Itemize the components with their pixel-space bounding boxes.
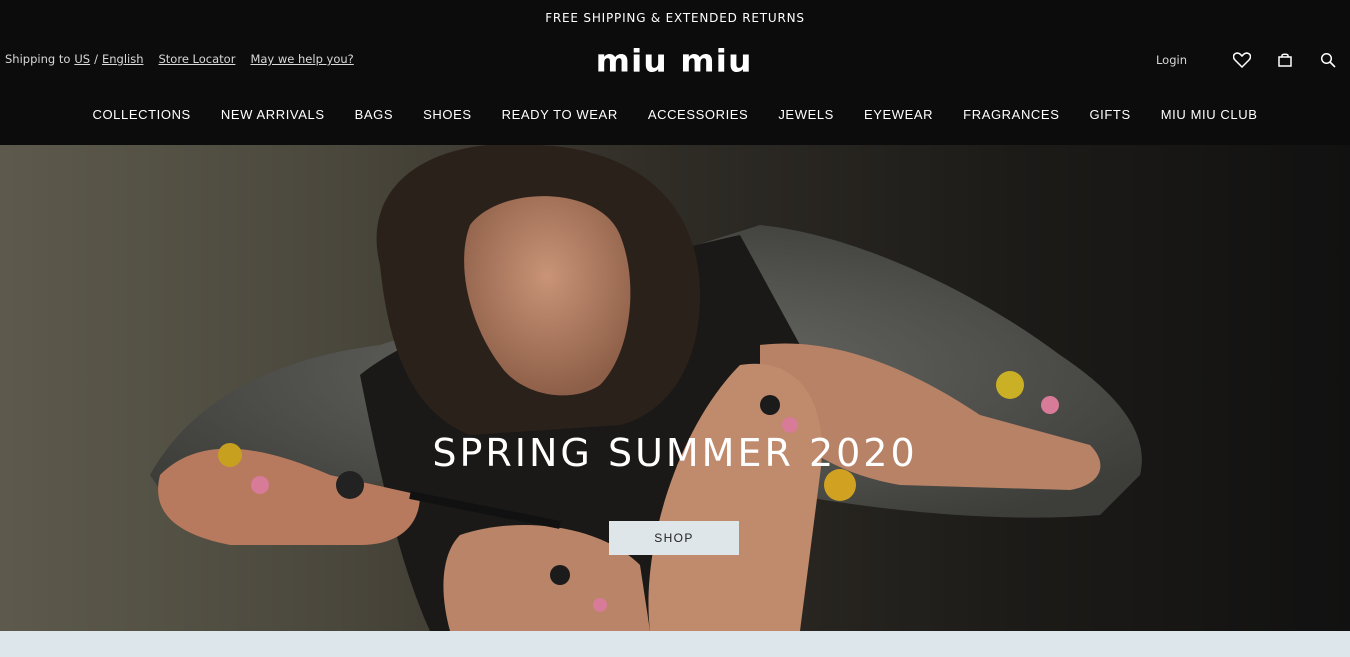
main-nav: COLLECTIONS NEW ARRIVALS BAGS SHOES READ…: [0, 106, 1350, 124]
bag-icon[interactable]: [1275, 50, 1295, 70]
hero-image: [150, 145, 1142, 631]
heart-icon[interactable]: [1232, 50, 1252, 70]
site-header: FREE SHIPPING & EXTENDED RETURNS Shippin…: [0, 0, 1350, 145]
promo-banner: FREE SHIPPING & EXTENDED RETURNS: [545, 11, 805, 25]
nav-item-bags[interactable]: BAGS: [340, 106, 409, 124]
utility-links-left: Shipping to US / English Store Locator M…: [5, 52, 354, 66]
search-icon[interactable]: [1318, 50, 1338, 70]
brand-logo[interactable]: miu miu: [588, 42, 760, 80]
shop-button[interactable]: SHOP: [609, 521, 739, 555]
store-locator-link[interactable]: Store Locator: [159, 52, 236, 66]
nav-item-eyewear[interactable]: EYEWEAR: [849, 106, 948, 124]
nav-item-fragrances[interactable]: FRAGRANCES: [948, 106, 1074, 124]
hero-title: SPRING SUMMER 2020: [432, 431, 918, 475]
nav-item-ready-to-wear[interactable]: READY TO WEAR: [487, 106, 633, 124]
country-link[interactable]: US: [74, 52, 90, 66]
nav-item-shoes[interactable]: SHOES: [408, 106, 487, 124]
content-strip: [0, 631, 1350, 657]
hero-banner[interactable]: SPRING SUMMER 2020 SHOP: [0, 145, 1350, 631]
nav-item-miu-miu-club[interactable]: MIU MIU CLUB: [1146, 106, 1273, 124]
nav-item-gifts[interactable]: GIFTS: [1074, 106, 1145, 124]
logo-text: miu miu: [595, 42, 753, 80]
nav-item-collections[interactable]: COLLECTIONS: [77, 106, 205, 124]
login-link[interactable]: Login: [1156, 53, 1187, 67]
utility-links-right: Login: [1156, 50, 1338, 70]
shipping-prefix: Shipping to: [5, 52, 71, 66]
nav-item-accessories[interactable]: ACCESSORIES: [633, 106, 764, 124]
nav-item-jewels[interactable]: JEWELS: [763, 106, 849, 124]
help-link[interactable]: May we help you?: [250, 52, 353, 66]
locale-separator: /: [94, 52, 98, 66]
language-link[interactable]: English: [102, 52, 144, 66]
nav-item-new-arrivals[interactable]: NEW ARRIVALS: [206, 106, 340, 124]
